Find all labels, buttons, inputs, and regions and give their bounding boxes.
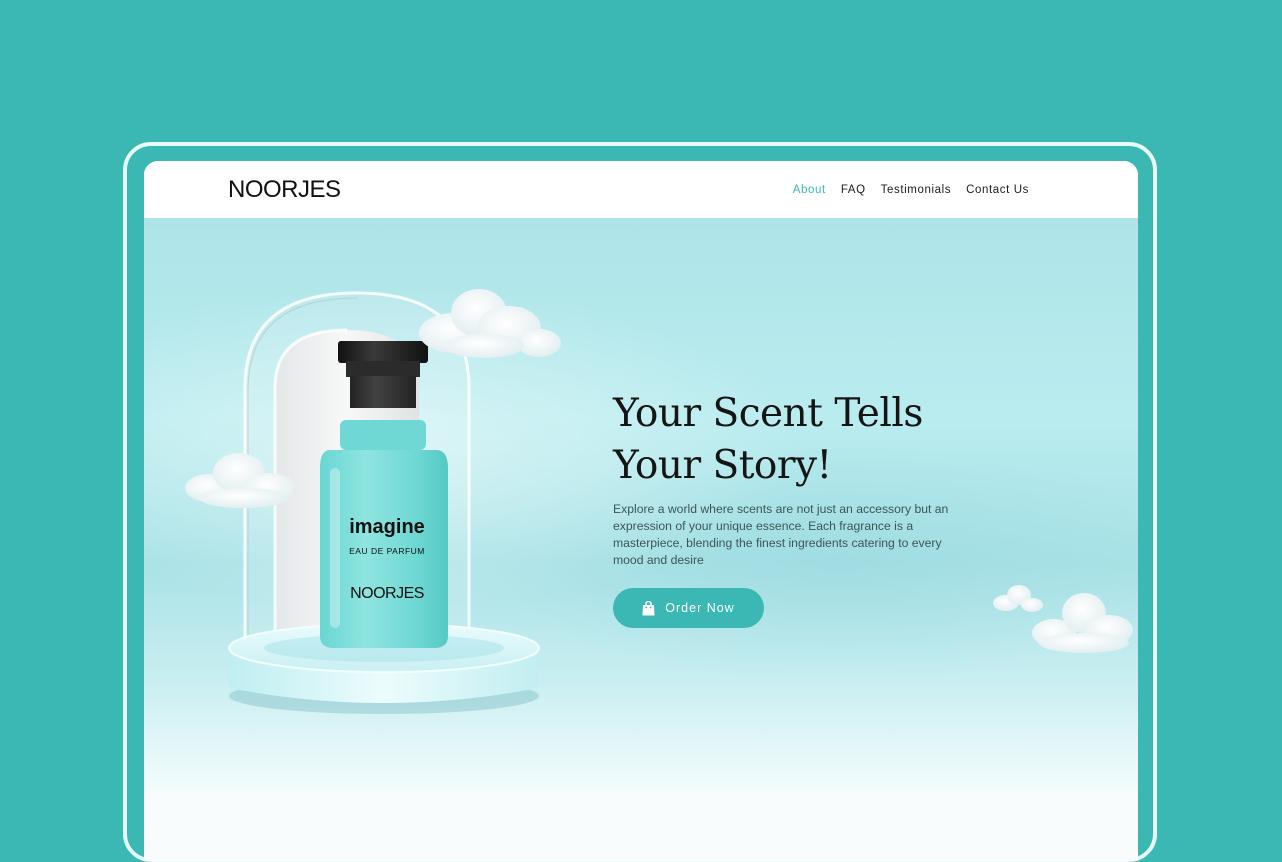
nav-link-faq[interactable]: FAQ [841, 182, 866, 198]
nav-link-testimonials[interactable]: Testimonials [881, 182, 951, 198]
brand-logo[interactable]: NOORJES [228, 176, 341, 204]
nav-link-about[interactable]: About [793, 182, 826, 198]
headline-line-2: Your Story! [613, 443, 832, 488]
bottle-product-name: imagine [349, 516, 425, 538]
cloud-right-small [993, 585, 1043, 612]
bottle-product-type: EAU DE PARFUM [349, 546, 425, 556]
website-screen: NOORJES About FAQ Testimonials Contact U… [144, 161, 1138, 861]
bottle-brand: NOORJES [350, 585, 424, 602]
nav-link-contact-us[interactable]: Contact Us [966, 182, 1029, 198]
hero-section: imagine EAU DE PARFUM NOORJES Your Scent… [144, 218, 1138, 793]
navbar: NOORJES About FAQ Testimonials Contact U… [144, 161, 1138, 218]
hero-headline: Your Scent Tells Your Story! [613, 388, 1033, 492]
nav-links: About FAQ Testimonials Contact Us [793, 182, 1029, 198]
cloud-top [419, 289, 561, 358]
cloud-right-large [1032, 593, 1133, 653]
shopping-bag-icon [642, 600, 655, 615]
headline-line-1: Your Scent Tells [613, 391, 923, 436]
order-now-label: Order Now [665, 601, 735, 615]
page-continuation [144, 793, 1138, 861]
hero-description: Explore a world where scents are not jus… [613, 502, 949, 567]
order-now-button[interactable]: Order Now [613, 588, 764, 628]
